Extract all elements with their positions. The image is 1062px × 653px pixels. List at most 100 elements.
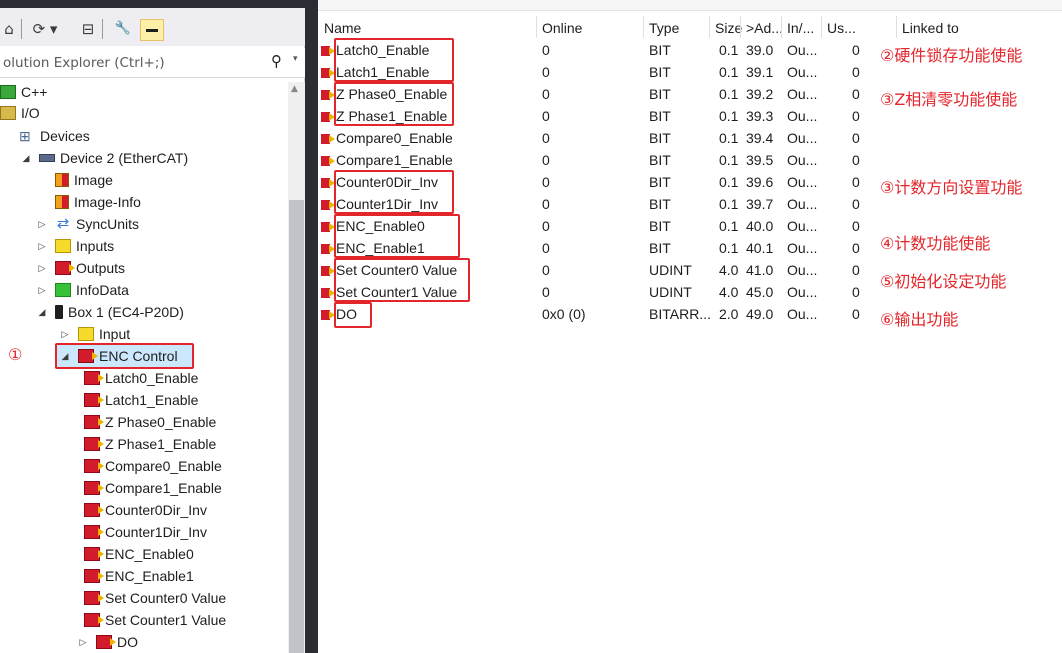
tree-item[interactable]: ENC_Enable1 [84,565,194,587]
tree-item[interactable]: Image-Info [55,191,141,213]
highlight-box [334,82,454,126]
table-cell: 0 [542,42,550,58]
solution-explorer-toolbar: ⌂ ⟳ ▾ ⊟ 🔧 [0,8,305,46]
output-var-icon [84,481,104,495]
tree-item[interactable]: ▷ InfoData [35,279,129,301]
expand-icon[interactable]: ▷ [76,637,90,648]
column-separator[interactable] [781,16,782,38]
tree-item[interactable]: Z Phase1_Enable [84,433,216,455]
home-icon[interactable]: ⌂ [2,20,16,38]
search-input[interactable]: olution Explorer (Ctrl+;) [3,55,165,71]
tree-item[interactable]: Latch0_Enable [84,367,198,389]
scroll-up-icon[interactable]: ▲ [291,84,298,94]
output-var-icon [84,371,104,385]
output-var-icon [84,591,104,605]
column-header[interactable]: >Ad... [746,20,783,36]
table-cell: 0 [852,42,860,58]
expand-icon[interactable]: ▷ [58,329,72,340]
table-cell: 0.1 [719,174,739,190]
column-header[interactable]: Name [324,20,361,36]
collapse-icon[interactable]: ◢ [19,153,33,164]
search-box[interactable]: olution Explorer (Ctrl+;) ⚲ ▾ [0,48,305,78]
tree-item[interactable]: Image [55,169,113,191]
output-var-icon [96,635,116,649]
table-cell: 0 [852,262,860,278]
inputs-icon [55,239,71,253]
column-separator[interactable] [536,16,537,38]
expand-icon[interactable]: ▷ [35,219,49,230]
column-separator[interactable] [643,16,644,38]
table-cell: 0.1 [719,108,739,124]
highlight-box [334,258,470,302]
output-var-icon [321,310,335,320]
devices-icon: ⊞ [19,128,31,144]
tree-item[interactable]: Compare1_Enable [84,477,222,499]
column-separator[interactable] [709,16,710,38]
tree-item-label: Input [99,326,131,342]
tree-item[interactable]: ▷ ⇄ SyncUnits [35,213,140,235]
properties-wrench-icon[interactable]: 🔧 [113,20,133,38]
tree-item[interactable]: ▷ Input [58,323,131,345]
tree-item[interactable]: Compare0_Enable [84,455,222,477]
table-cell: 0 [542,218,550,234]
table-cell: 0 [852,108,860,124]
tree-item[interactable]: Z Phase0_Enable [84,411,216,433]
annotation-note: ③Z相清零功能使能 [880,90,1018,109]
column-separator[interactable] [740,16,741,38]
tree-item[interactable]: ◢ Device 2 (EtherCAT) [19,147,189,169]
column-header[interactable]: Linked to [902,20,959,36]
variable-name-cell[interactable]: Compare0_Enable [336,130,453,146]
output-var-icon [84,459,104,473]
pane-splitter[interactable] [305,0,318,653]
tree-item[interactable]: Set Counter0 Value [84,587,226,609]
column-header[interactable]: Size [715,20,742,36]
column-separator[interactable] [821,16,822,38]
tree-item[interactable]: I/O [0,102,40,124]
pin-icon[interactable] [140,19,164,41]
expand-icon[interactable]: ▷ [35,241,49,252]
expand-icon[interactable]: ▷ [35,263,49,274]
table-cell: UDINT [649,284,692,300]
tree-item[interactable]: C++ [0,81,47,103]
cpp-icon [0,85,16,99]
collapse-all-icon[interactable]: ⊟ [80,20,96,38]
highlight-box [334,170,454,214]
output-var-icon [321,68,335,78]
column-header[interactable]: Online [542,20,582,36]
tree-item-label: Counter1Dir_Inv [105,524,207,540]
outputs-icon [55,261,75,275]
tree-item[interactable]: ◢ Box 1 (EC4-P20D) [35,301,184,323]
table-cell: 39.2 [746,86,774,102]
column-header[interactable]: In/... [787,20,814,36]
history-icon[interactable]: ⟳ ▾ [27,20,63,38]
tree-item-label: Compare1_Enable [105,480,222,496]
tree-item[interactable]: Latch1_Enable [84,389,198,411]
table-cell: 40.0 [746,218,774,234]
tree-item[interactable]: ⊞ Devices [19,125,90,147]
table-cell: 39.6 [746,174,774,190]
table-cell: 0 [852,284,860,300]
tree-item[interactable]: Set Counter1 Value [84,609,226,631]
table-cell: BIT [649,196,671,212]
column-separator[interactable] [896,16,897,38]
column-header[interactable]: Us... [827,20,856,36]
column-header[interactable]: Type [649,20,679,36]
table-cell: BIT [649,130,671,146]
tree-item[interactable]: Counter0Dir_Inv [84,499,207,521]
tree-item-label: Box 1 (EC4-P20D) [68,304,184,320]
chevron-down-icon[interactable]: ▾ [293,54,298,64]
tree-item[interactable]: ▷ Inputs [35,235,115,257]
table-cell: 0 [852,218,860,234]
tree-item[interactable]: ▷ Outputs [35,257,126,279]
variable-name-cell[interactable]: Compare1_Enable [336,152,453,168]
table-cell: 0 [542,284,550,300]
collapse-icon[interactable]: ◢ [35,307,49,318]
scrollbar-thumb[interactable] [289,200,304,653]
tree-item[interactable]: ▷ DO [76,631,138,653]
tree-item[interactable]: Counter1Dir_Inv [84,521,207,543]
table-cell: 4.0 [719,262,739,278]
tree-item[interactable]: ENC_Enable0 [84,543,194,565]
search-icon[interactable]: ⚲ [271,52,282,70]
table-cell: 0 [852,130,860,146]
expand-icon[interactable]: ▷ [35,285,49,296]
